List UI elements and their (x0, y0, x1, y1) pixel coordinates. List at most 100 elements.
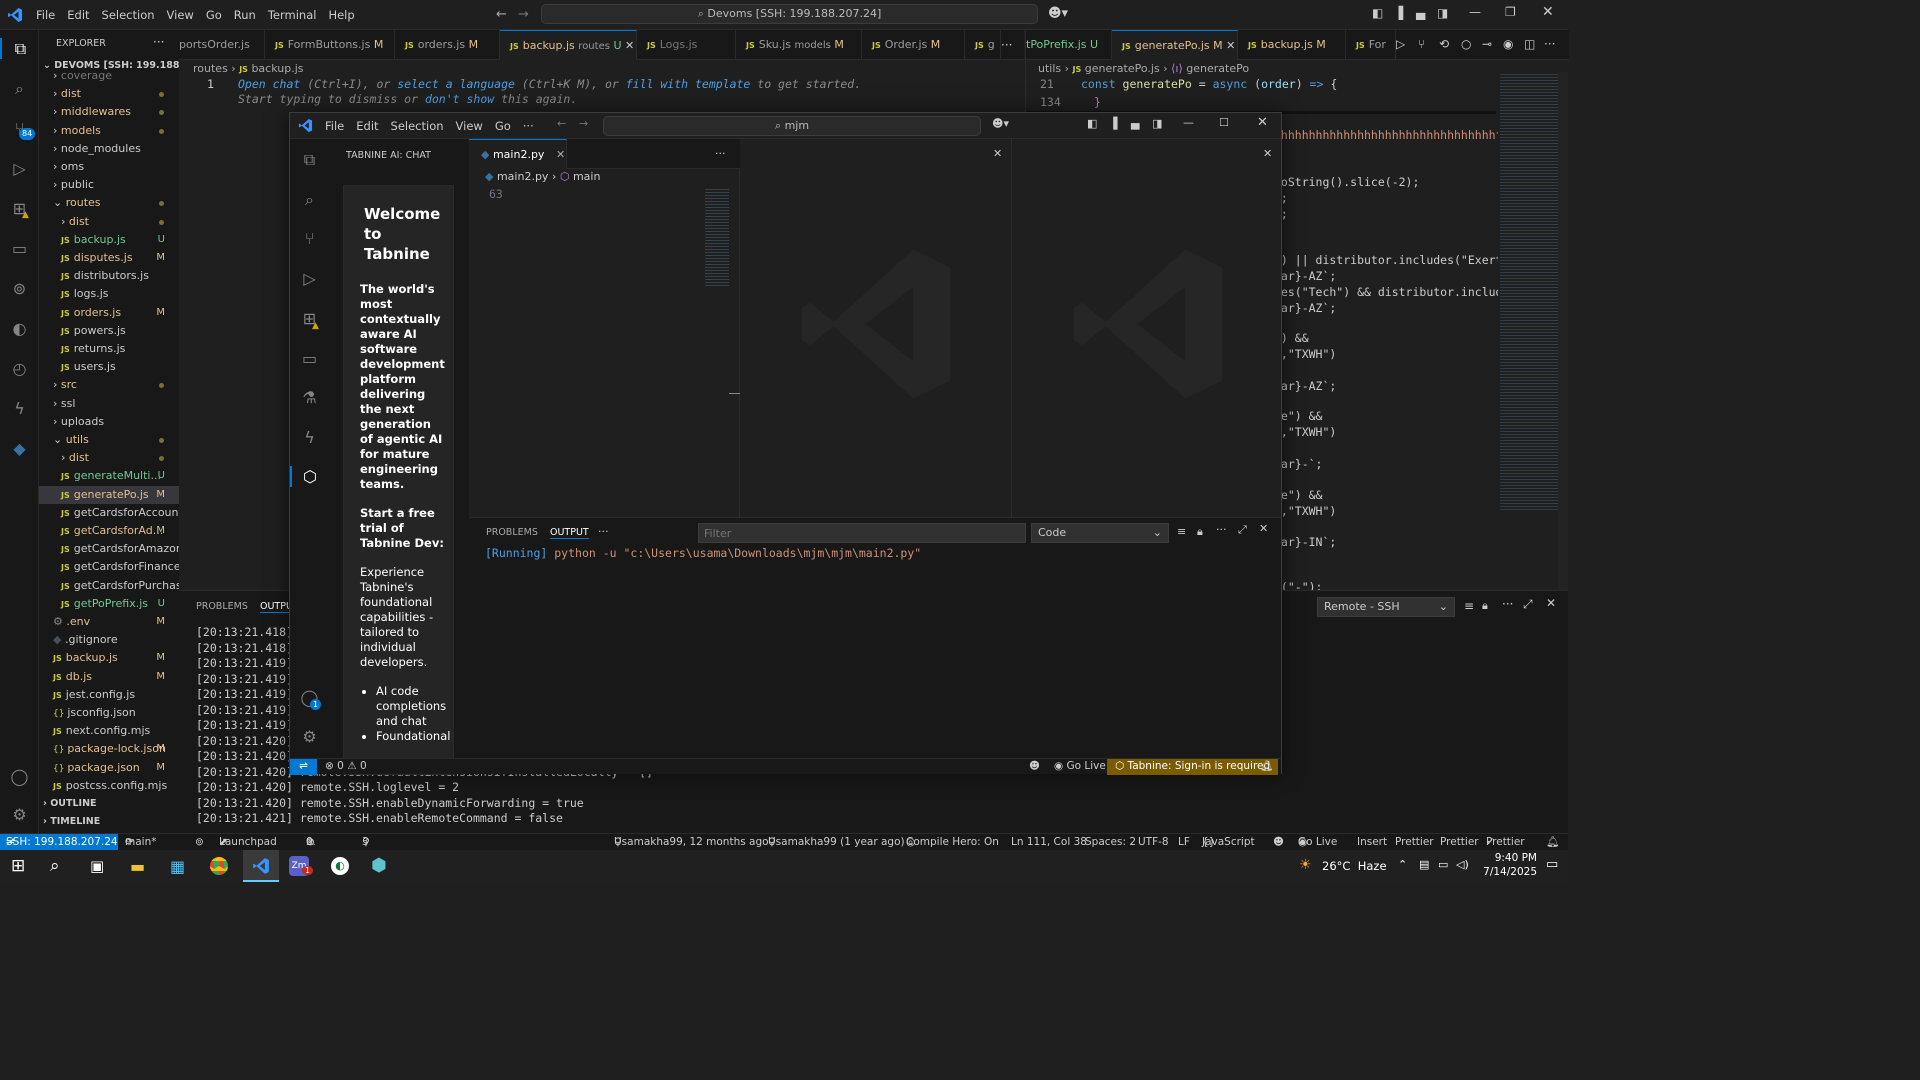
tab-order[interactable]: JS Order.js M (862, 30, 965, 60)
revert-icon[interactable]: ⟲ (1439, 37, 1449, 51)
breadcrumb-file[interactable]: backup.js (251, 62, 303, 75)
file-tree-item[interactable]: JS next.config.mjs (39, 722, 179, 740)
file-tree-item[interactable]: ⌄ utils (39, 431, 179, 449)
file-tree-item[interactable]: JS postcss.config.mjs (39, 777, 179, 795)
split-editor-icon[interactable]: ◫ (1524, 37, 1535, 51)
more-actions-icon[interactable]: ··· (1544, 37, 1555, 51)
notification-center-icon[interactable]: ▭ (1546, 857, 1558, 872)
close-group-icon[interactable]: ✕ (1263, 147, 1272, 160)
more-actions-icon[interactable]: ··· (1216, 523, 1227, 536)
close-window-icon[interactable]: ✕ (1542, 4, 1554, 20)
copilot-status-icon[interactable]: ☻ (1273, 834, 1284, 850)
compare-icon[interactable]: ⑂ (1418, 37, 1425, 51)
tabnine-icon[interactable]: ◐ (9, 318, 30, 339)
file-tree-item[interactable]: ⌄ routes (39, 194, 179, 212)
panel-tab-output[interactable]: OUTPU (260, 601, 293, 613)
more-actions-icon[interactable]: ··· (598, 525, 609, 538)
clock-time[interactable]: 9:40 PM (1481, 852, 1537, 864)
inner-menu-view[interactable]: View (450, 111, 489, 141)
weather-text[interactable]: 26°C Haze (1322, 859, 1387, 873)
problems-indicator[interactable]: ⊗ 0 ⚠ 0 (325, 759, 367, 774)
file-tree-item[interactable]: JS db.js M (39, 668, 179, 686)
previous-change-icon[interactable]: ○ (1461, 37, 1471, 51)
fill-template-link[interactable]: fill with template (626, 77, 751, 91)
more-actions-icon[interactable]: ··· (1502, 597, 1513, 611)
filter-list-icon[interactable]: ≡ (1177, 525, 1186, 538)
file-tree-item[interactable]: › middlewares (39, 103, 179, 121)
run-debug-icon[interactable]: ▷ (9, 158, 30, 179)
tab-backup[interactable]: JS backup.js M (1238, 30, 1346, 60)
inner-minimap[interactable] (705, 187, 729, 287)
testing-icon[interactable]: ⚗ (299, 387, 320, 408)
inner-menu-file[interactable]: File (319, 111, 350, 141)
compass-icon[interactable]: ◐ (331, 857, 349, 875)
volume-icon[interactable]: ◁) (1456, 858, 1469, 871)
thunder-client-icon[interactable]: ϟ (9, 398, 30, 419)
notifications-icon[interactable]: 🔔︎ (1546, 834, 1559, 850)
toggle-panel-icon[interactable]: ▄ (1416, 6, 1425, 20)
file-tree-item[interactable]: JS disputes.js M (39, 249, 179, 267)
python-icon[interactable]: ◆ (9, 438, 30, 459)
indentation[interactable]: Spaces: 2 (1085, 834, 1136, 850)
close-window-icon[interactable]: ✕ (1257, 115, 1268, 130)
gitlens-icon[interactable]: ⊚ (9, 278, 30, 299)
tab-main2[interactable]: ◆ main2.py ✕ (469, 139, 567, 169)
tab-portsorder[interactable]: portsOrder.js (179, 30, 265, 60)
close-group-icon[interactable]: ✕ (993, 147, 1002, 160)
settings-gear-icon[interactable]: ⚙ (299, 726, 320, 747)
file-tree-item[interactable]: {} package-lock.json M (39, 740, 179, 758)
inner-menu-go[interactable]: Go (489, 111, 517, 141)
inner-menu-edit[interactable]: Edit (350, 111, 384, 141)
output-filter-input[interactable] (698, 523, 1026, 543)
file-tree-item[interactable]: JSgetCardsforAmazon.js (39, 540, 179, 558)
sash[interactable] (729, 393, 740, 394)
lock-icon[interactable]: 🔒︎ (1197, 525, 1203, 539)
file-tree-item[interactable]: JS jest.config.js (39, 686, 179, 704)
tab-sku[interactable]: JS Sku.js models M (736, 30, 862, 60)
settings-gear-icon[interactable]: ⚙ (9, 804, 30, 825)
more-actions-icon[interactable]: ··· (153, 35, 164, 49)
output-channel-select[interactable]: Code ⌄ (1031, 523, 1169, 543)
app-hex-icon[interactable]: ⬢ (371, 855, 387, 876)
file-tree-item[interactable]: JS backup.js U (39, 231, 179, 249)
file-tree-item[interactable]: JS backup.js M (39, 649, 179, 667)
remote-explorer-icon[interactable]: ▭ (299, 348, 320, 369)
toggle-panel-icon[interactable]: ▄ (1131, 117, 1139, 130)
toggle-secondary-sidebar-icon[interactable]: ◨ (1152, 117, 1162, 130)
file-tree-item[interactable]: JS getPoPrefix.js U (39, 595, 179, 613)
tabnine-status[interactable]: ⬡ Tabnine: Sign-in is required (1107, 759, 1279, 775)
inner-menu-selection[interactable]: Selection (385, 111, 450, 141)
end-of-line[interactable]: LF (1178, 834, 1190, 850)
output-channel-select[interactable]: Remote - SSH ⌄ (1317, 597, 1455, 617)
filter-list-icon[interactable]: ≡ (1464, 599, 1474, 613)
copilot-chat-icon[interactable]: ◉ (1503, 37, 1513, 51)
thunder-client-icon[interactable]: ϟ (299, 427, 320, 448)
remote-explorer-icon[interactable]: ▭ (9, 238, 30, 259)
tab-for[interactable]: JS For (1346, 30, 1396, 60)
file-tree-item[interactable]: JS getCardsforAd... M (39, 522, 179, 540)
tab-generatepo[interactable]: JS generatePo.js M ✕ (1112, 30, 1238, 60)
copilot-status-icon[interactable]: ☻ (1029, 759, 1040, 774)
file-tree-item[interactable]: › models (39, 122, 179, 140)
menu-help[interactable]: Help (322, 0, 360, 30)
tab-backup-routes[interactable]: JS backup.js routes U ✕ (500, 30, 637, 60)
remote-indicator[interactable]: ⇌ (290, 759, 317, 775)
more-menu-icon[interactable]: ··· (517, 111, 540, 141)
next-change-icon[interactable]: ⊸ (1482, 37, 1492, 51)
menu-file[interactable]: File (30, 0, 61, 30)
insert-mode[interactable]: Insert (1357, 834, 1387, 850)
file-tree-item[interactable]: › src (39, 376, 179, 394)
more-tabs-icon[interactable]: ··· (1001, 38, 1012, 52)
prettier-status-2[interactable]: Prettier (1440, 834, 1479, 850)
gitlens-icon[interactable]: ⊚ (195, 834, 204, 850)
network-icon[interactable]: ▤ (1419, 858, 1429, 871)
tab-orders[interactable]: JS orders.js M (395, 30, 500, 60)
minimize-icon[interactable]: — (1183, 116, 1194, 129)
minimap[interactable] (1500, 72, 1560, 512)
forward-arrow-icon[interactable]: → (579, 117, 588, 130)
back-arrow-icon[interactable]: ← (496, 7, 507, 22)
toggle-sidebar-icon[interactable]: ▐ (1109, 117, 1117, 130)
toggle-sidebar-left-icon[interactable]: ▐ (1394, 6, 1403, 20)
file-tree-item[interactable]: JS powers.js (39, 322, 179, 340)
menu-go[interactable]: Go (200, 0, 228, 30)
